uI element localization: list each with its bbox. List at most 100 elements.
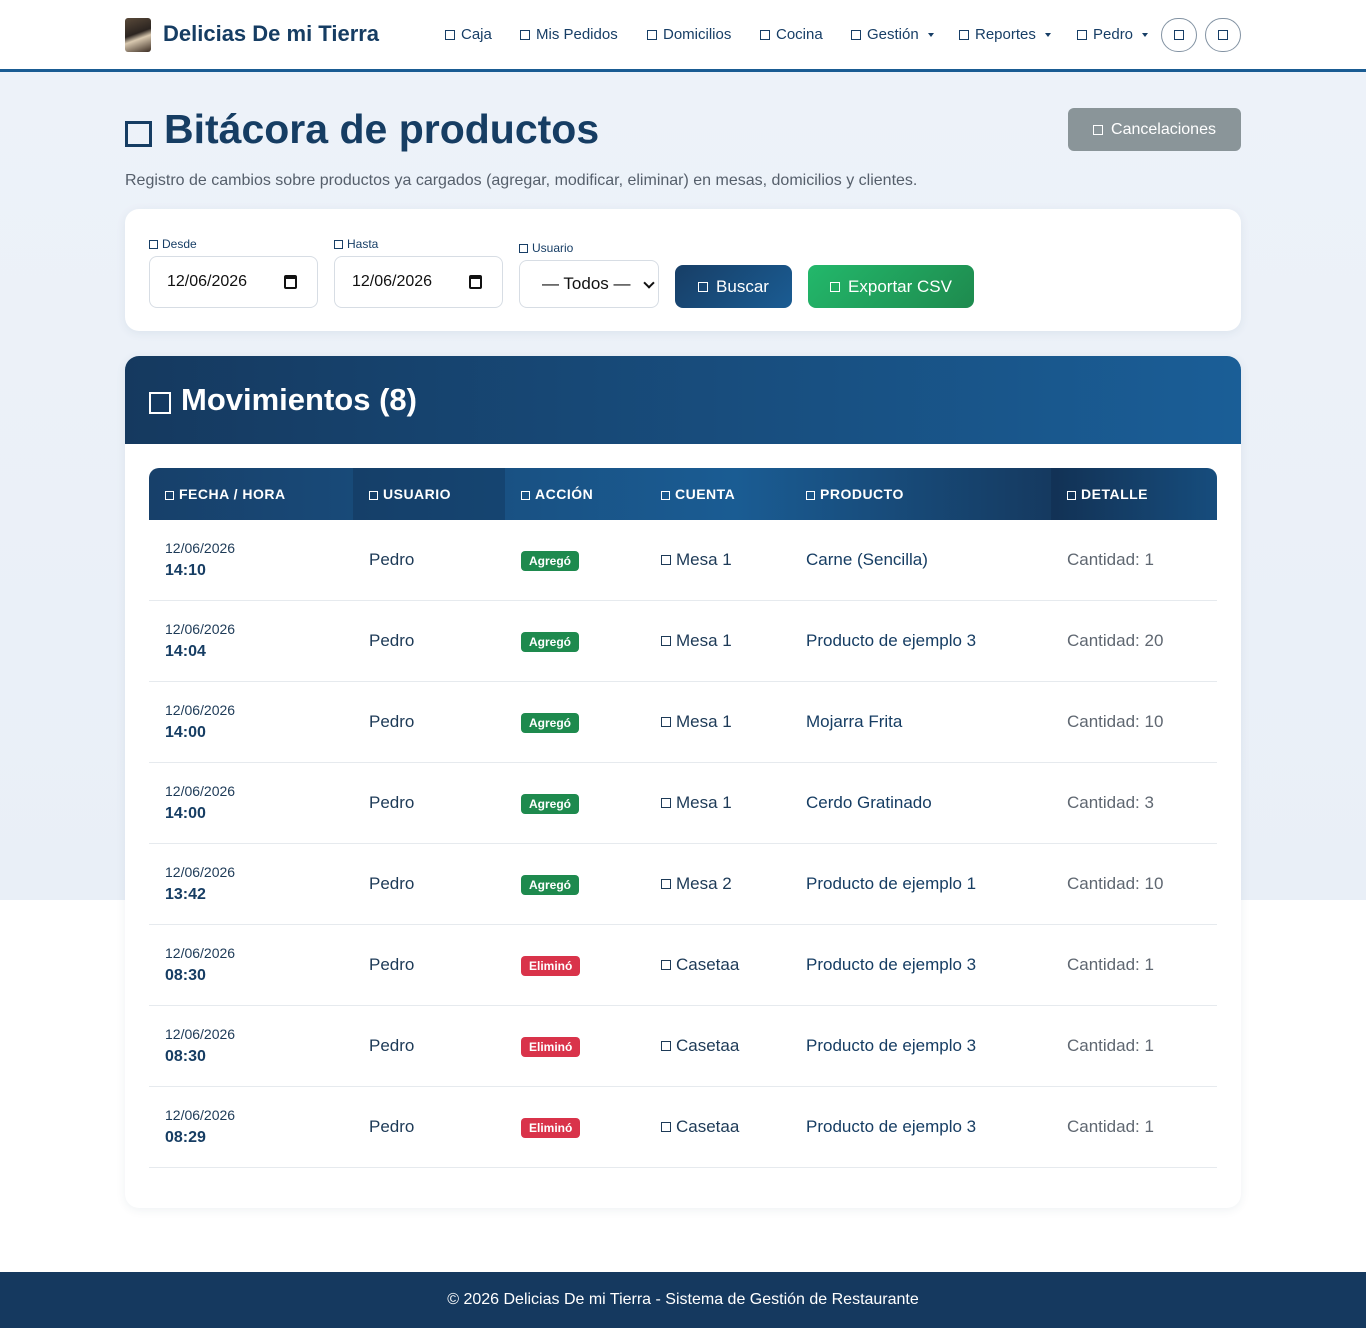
row-account-label: Mesa 1: [676, 550, 732, 569]
chevron-down-icon: [1142, 32, 1149, 37]
export-csv-button[interactable]: Exportar CSV: [808, 265, 974, 308]
nav-item-gestion[interactable]: Gestión: [851, 26, 934, 43]
column-header-fecha[interactable]: FECHA / HORA: [149, 468, 353, 520]
row-account-label: Casetaa: [676, 1117, 740, 1136]
usuario-label: Usuario: [519, 241, 573, 255]
column-header-detalle[interactable]: DETALLE: [1051, 468, 1217, 520]
row-detail: Cantidad: 10: [1067, 874, 1164, 893]
row-user: Pedro: [369, 550, 415, 569]
chevron-down-icon: [643, 277, 655, 289]
column-header-accion[interactable]: ACCIÓN: [505, 468, 645, 520]
row-account-label: Mesa 1: [676, 712, 732, 731]
nav-item-label: Reportes: [975, 26, 1036, 43]
calendar-icon: [334, 239, 343, 249]
row-account: Casetaa: [661, 955, 739, 975]
row-account: Mesa 1: [661, 712, 732, 732]
table-row: 12/06/2026 14:00 Pedro Agregó Mesa 1 Mojarra …: [149, 682, 1217, 763]
row-account: Casetaa: [661, 1117, 739, 1137]
row-time: 08:30: [165, 1048, 206, 1065]
row-detail: Cantidad: 10: [1067, 712, 1164, 731]
calendar-picker-icon[interactable]: [469, 275, 482, 289]
buscar-label: Buscar: [716, 276, 769, 296]
row-user: Pedro: [369, 793, 415, 812]
logbook-icon: [125, 120, 152, 147]
row-date: 12/06/2026: [165, 864, 236, 880]
row-date: 12/06/2026: [165, 1107, 236, 1123]
row-time: 14:00: [165, 805, 206, 822]
column-header-usuario[interactable]: USUARIO: [353, 468, 505, 520]
row-account: Mesa 2: [661, 874, 732, 894]
table-icon: [661, 1041, 671, 1051]
list-icon: [149, 392, 171, 414]
nav-item-user-menu[interactable]: Pedro: [1077, 26, 1149, 43]
row-user: Pedro: [369, 874, 415, 893]
cancelaciones-button[interactable]: Cancelaciones: [1068, 108, 1241, 151]
action-badge: Eliminó: [521, 1118, 581, 1138]
hasta-label: Hasta: [334, 237, 378, 251]
row-product: Producto de ejemplo 3: [806, 1117, 977, 1136]
row-detail: Cantidad: 1: [1067, 1117, 1154, 1136]
row-date: 12/06/2026: [165, 783, 236, 799]
nav-item-caja[interactable]: Caja: [445, 26, 492, 43]
row-account-label: Mesa 1: [676, 631, 732, 650]
row-date: 12/06/2026: [165, 945, 236, 961]
column-header-cuenta[interactable]: CUENTA: [645, 468, 790, 520]
row-product: Producto de ejemplo 1: [806, 874, 977, 893]
action-badge: Agregó: [521, 875, 579, 895]
row-account: Mesa 1: [661, 793, 732, 813]
nav-item-reportes[interactable]: Reportes: [959, 26, 1051, 43]
page-title: Bitácora de productos: [164, 106, 600, 152]
table-icon: [661, 960, 671, 970]
usuario-selected-value: — Todos —: [542, 274, 631, 293]
movements-header: Movimientos (8): [125, 356, 1241, 444]
hasta-date-input[interactable]: 12/06/2026: [334, 256, 503, 308]
row-product: Carne (Sencilla): [806, 550, 928, 569]
nav-item-label: Gestión: [867, 26, 919, 43]
row-time: 14:00: [165, 724, 206, 741]
table-icon: [661, 636, 671, 646]
table-header: FECHA / HORA USUARIO ACCIÓN CUENTA PRODU…: [149, 468, 1217, 520]
row-account-label: Casetaa: [676, 955, 740, 974]
buscar-button[interactable]: Buscar: [675, 265, 792, 308]
square-icon: [851, 29, 861, 40]
table-icon: [661, 717, 671, 727]
row-user: Pedro: [369, 955, 415, 974]
search-icon: [698, 281, 709, 292]
theme-toggle-button[interactable]: [1161, 18, 1197, 52]
usuario-select[interactable]: — Todos —: [519, 260, 659, 308]
table-row: 12/06/2026 08:29 Pedro Eliminó Casetaa Produc…: [149, 1087, 1217, 1168]
table-row: 12/06/2026 14:04 Pedro Agregó Mesa 1 Producto…: [149, 601, 1217, 682]
row-account: Mesa 1: [661, 631, 732, 651]
footer-text: © 2026 Delicias De mi Tierra - Sistema d…: [447, 1291, 919, 1308]
nav-item-cocina[interactable]: Cocina: [760, 26, 823, 43]
row-product: Mojarra Frita: [806, 712, 903, 731]
fullscreen-icon: [1218, 30, 1228, 40]
top-navbar: Delicias De mi Tierra Caja Mis Pedidos D…: [0, 0, 1366, 72]
brand-logo[interactable]: [125, 18, 151, 52]
nav-item-label: Pedro: [1093, 26, 1134, 43]
desde-date-input[interactable]: 12/06/2026: [149, 256, 318, 308]
action-badge: Eliminó: [521, 956, 581, 976]
export-csv-label: Exportar CSV: [848, 276, 952, 296]
nav-item-label: Cocina: [776, 26, 823, 43]
cancelaciones-label: Cancelaciones: [1111, 120, 1216, 138]
fullscreen-button[interactable]: [1205, 18, 1241, 52]
hasta-label-text: Hasta: [347, 237, 379, 251]
column-header-producto[interactable]: PRODUCTO: [790, 468, 1051, 520]
action-icon: [521, 490, 530, 500]
nav-item-domicilios[interactable]: Domicilios: [647, 26, 731, 43]
table-row: 12/06/2026 13:42 Pedro Agregó Mesa 2 Producto…: [149, 844, 1217, 925]
brand-name[interactable]: Delicias De mi Tierra: [163, 21, 379, 47]
row-detail: Cantidad: 1: [1067, 955, 1154, 974]
square-icon: [520, 29, 530, 40]
movements-title: Movimientos (8): [149, 382, 417, 418]
calendar-picker-icon[interactable]: [284, 275, 297, 289]
chevron-down-icon: [927, 32, 934, 37]
square-icon: [959, 29, 969, 40]
table-row: 12/06/2026 08:30 Pedro Eliminó Casetaa Produc…: [149, 1006, 1217, 1087]
action-badge: Eliminó: [521, 1037, 581, 1057]
row-product: Cerdo Gratinado: [806, 793, 932, 812]
desde-label: Desde: [149, 237, 197, 251]
nav-item-mis-pedidos[interactable]: Mis Pedidos: [520, 26, 618, 43]
table-icon: [661, 879, 671, 889]
